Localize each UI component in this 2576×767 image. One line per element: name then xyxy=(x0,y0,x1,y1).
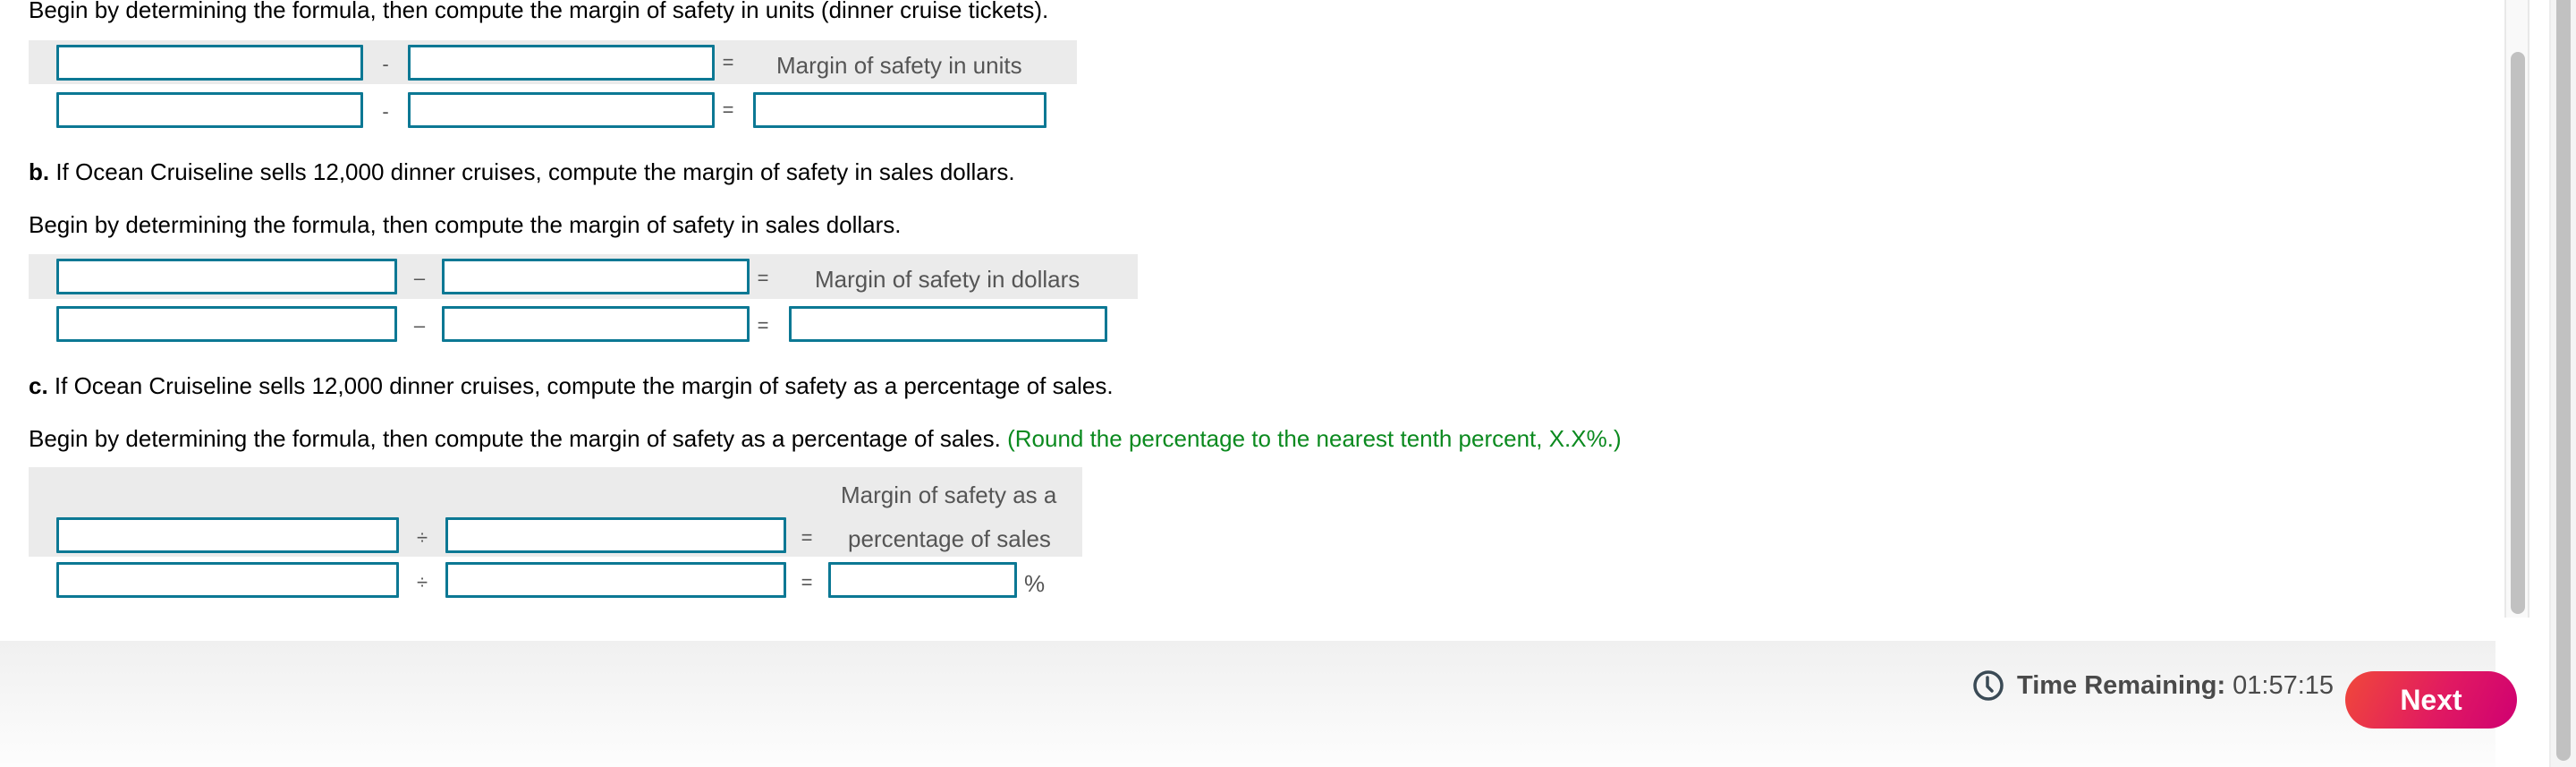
part-b-question: b. If Ocean Cruiseline sells 12,000 dinn… xyxy=(29,158,1015,185)
divide-operator: ÷ xyxy=(416,571,428,593)
part-c-formula-input-1[interactable] xyxy=(56,517,399,553)
part-c-result-label-line2: percentage of sales xyxy=(848,525,1051,552)
content-scrollbar-thumb[interactable] xyxy=(2511,52,2525,614)
part-a-result-input[interactable] xyxy=(753,92,1046,128)
part-c-result-input[interactable] xyxy=(828,562,1017,598)
part-c-question: c. If Ocean Cruiseline sells 12,000 dinn… xyxy=(29,372,1114,399)
equals-operator: = xyxy=(801,571,813,593)
equals-operator: = xyxy=(757,267,769,289)
minus-operator: – xyxy=(413,267,426,289)
footer-bar xyxy=(0,641,2496,767)
part-c-letter: c. xyxy=(29,372,48,399)
time-remaining: Time Remaining: 01:57:15 xyxy=(1972,668,2334,703)
part-c-value-input-2[interactable] xyxy=(445,562,786,598)
part-a-formula-input-1[interactable] xyxy=(56,45,363,81)
part-a-formula-input-2[interactable] xyxy=(408,45,715,81)
part-b-value-input-1[interactable] xyxy=(56,306,397,342)
page-scrollbar-thumb[interactable] xyxy=(2556,0,2571,761)
part-a-result-label: Margin of safety in units xyxy=(776,52,1022,79)
minus-operator: - xyxy=(382,53,389,75)
part-b-instruction: Begin by determining the formula, then c… xyxy=(29,211,902,238)
clock-icon xyxy=(1973,670,2004,701)
part-b-formula-input-1[interactable] xyxy=(56,259,397,294)
part-c-instruction-text: Begin by determining the formula, then c… xyxy=(29,425,1001,452)
divide-operator: ÷ xyxy=(416,526,428,549)
part-b-result-label: Margin of safety in dollars xyxy=(815,266,1080,293)
minus-operator: – xyxy=(413,314,426,337)
part-b-formula-input-2[interactable] xyxy=(442,259,750,294)
part-a-instruction: Begin by determining the formula, then c… xyxy=(29,0,1049,23)
rounding-hint: (Round the percentage to the nearest ten… xyxy=(1000,425,1622,452)
part-c-instruction: Begin by determining the formula, then c… xyxy=(29,425,1622,452)
question-content: Begin by determining the formula, then c… xyxy=(0,0,2496,641)
part-b-result-input[interactable] xyxy=(789,306,1107,342)
next-button[interactable]: Next xyxy=(2345,671,2517,729)
timer-value: 01:57:15 xyxy=(2233,670,2334,700)
equals-operator: = xyxy=(801,526,813,549)
part-c-formula-input-2[interactable] xyxy=(445,517,786,553)
equals-operator: = xyxy=(722,51,734,73)
part-a-value-input-1[interactable] xyxy=(56,92,363,128)
part-c-result-label-line1: Margin of safety as a xyxy=(841,482,1057,508)
part-b-value-input-2[interactable] xyxy=(442,306,750,342)
part-b-letter: b. xyxy=(29,158,50,185)
equals-operator: = xyxy=(757,314,769,337)
part-c-question-text: If Ocean Cruiseline sells 12,000 dinner … xyxy=(47,372,1114,399)
part-c-value-input-1[interactable] xyxy=(56,562,399,598)
percent-unit: % xyxy=(1024,570,1046,597)
equals-operator: = xyxy=(722,98,734,121)
minus-operator: - xyxy=(382,100,389,123)
part-b-question-text: If Ocean Cruiseline sells 12,000 dinner … xyxy=(49,158,1015,185)
timer-label: Time Remaining: xyxy=(2017,670,2226,700)
part-a-value-input-2[interactable] xyxy=(408,92,715,128)
